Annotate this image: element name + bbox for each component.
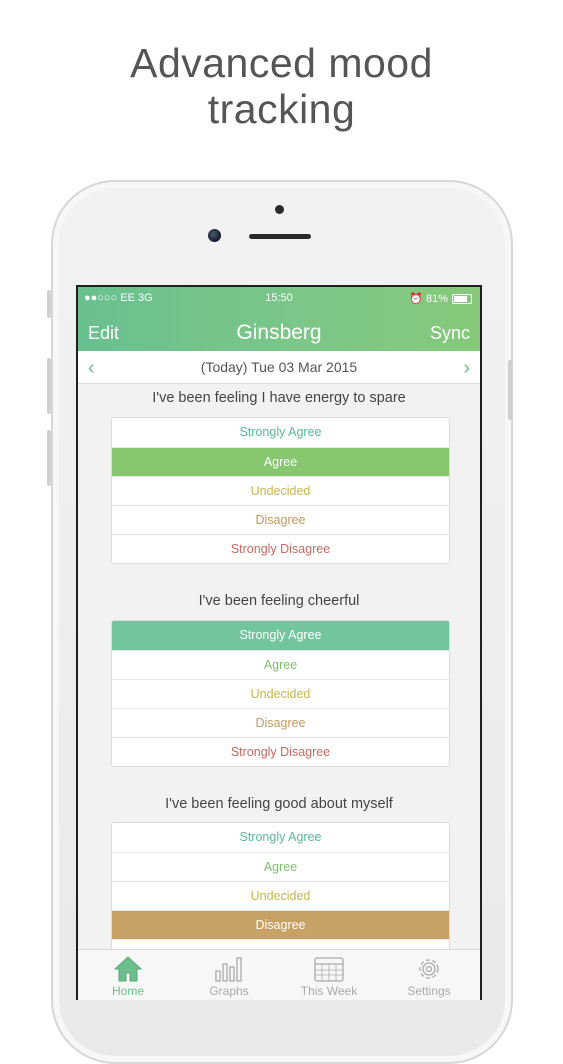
question-title: I've been feeling good about myself xyxy=(165,796,393,812)
answer-strongly-disagree[interactable]: Strongly Disagree xyxy=(112,534,449,563)
headline-line-2: tracking xyxy=(207,86,356,132)
calendar-icon xyxy=(314,957,344,982)
gear-icon xyxy=(419,959,439,979)
answer-strongly-agree[interactable]: Strongly Agree xyxy=(112,621,449,650)
home-icon xyxy=(113,956,143,982)
tab-graphs[interactable]: Graphs xyxy=(179,950,279,1000)
answer-disagree[interactable]: Disagree xyxy=(112,708,449,737)
answer-disagree[interactable]: Disagree xyxy=(112,910,449,939)
status-bar: ●●○○○ EE 3G 15:50 ⏰ 81% xyxy=(78,289,480,307)
app-title: Ginsberg xyxy=(236,321,322,344)
bar-chart-icon xyxy=(215,957,242,982)
tab-graphs-label: Graphs xyxy=(209,984,249,998)
answer-agree[interactable]: Agree xyxy=(112,852,449,881)
question-title: I've been feeling I have energy to spare xyxy=(152,390,406,406)
tab-home-label: Home xyxy=(111,984,144,998)
answer-agree[interactable]: Agree xyxy=(112,650,449,679)
answer-strongly-agree[interactable]: Strongly Agree xyxy=(112,418,449,447)
tab-settings[interactable]: Settings xyxy=(379,950,479,1000)
headline-line-1: Advanced mood xyxy=(130,40,433,86)
answer-agree[interactable]: Agree xyxy=(112,447,449,476)
tab-bar: Home Graphs This Week Settings xyxy=(78,949,480,1000)
status-right: ⏰ 81% xyxy=(409,292,472,305)
tab-this-week[interactable]: This Week xyxy=(279,950,379,1000)
volume-up-button xyxy=(47,358,51,414)
answer-strongly-disagree[interactable]: Strongly Disagree xyxy=(112,737,449,766)
answer-undecided[interactable]: Undecided xyxy=(112,679,449,708)
chevron-right-icon[interactable]: › xyxy=(463,357,470,380)
headline: Advanced mood tracking xyxy=(0,40,563,132)
earpiece-speaker xyxy=(249,234,311,239)
tab-home[interactable]: Home xyxy=(78,950,178,1000)
battery-percent: ⏰ 81% xyxy=(409,293,448,305)
answer-disagree[interactable]: Disagree xyxy=(112,505,449,534)
answer-strongly-agree[interactable]: Strongly Agree xyxy=(112,823,449,852)
top-bar: ●●○○○ EE 3G 15:50 ⏰ 81% Edit Ginsberg Sy… xyxy=(78,287,480,351)
app-screen: ●●○○○ EE 3G 15:50 ⏰ 81% Edit Ginsberg Sy… xyxy=(76,285,482,1000)
proximity-sensor xyxy=(275,205,284,214)
front-camera xyxy=(208,229,221,242)
tab-this-week-label: This Week xyxy=(300,984,358,998)
answer-group: Strongly Agree Agree Undecided Disagree … xyxy=(111,620,450,767)
tab-settings-label: Settings xyxy=(407,984,451,998)
answer-undecided[interactable]: Undecided xyxy=(112,881,449,910)
question-title: I've been feeling cheerful xyxy=(198,593,360,609)
battery-icon xyxy=(452,293,472,304)
answer-group: Strongly Agree Agree Undecided Disagree … xyxy=(111,417,450,564)
mute-switch xyxy=(47,290,51,318)
volume-down-button xyxy=(47,430,51,486)
date-navigation: ‹ (Today) Tue 03 Mar 2015 › xyxy=(78,351,480,384)
power-button xyxy=(508,360,512,420)
sync-button[interactable]: Sync xyxy=(430,323,470,344)
answer-undecided[interactable]: Undecided xyxy=(112,476,449,505)
answer-group: Strongly Agree Agree Undecided Disagree xyxy=(111,822,450,969)
current-date: (Today) Tue 03 Mar 2015 xyxy=(200,359,358,375)
